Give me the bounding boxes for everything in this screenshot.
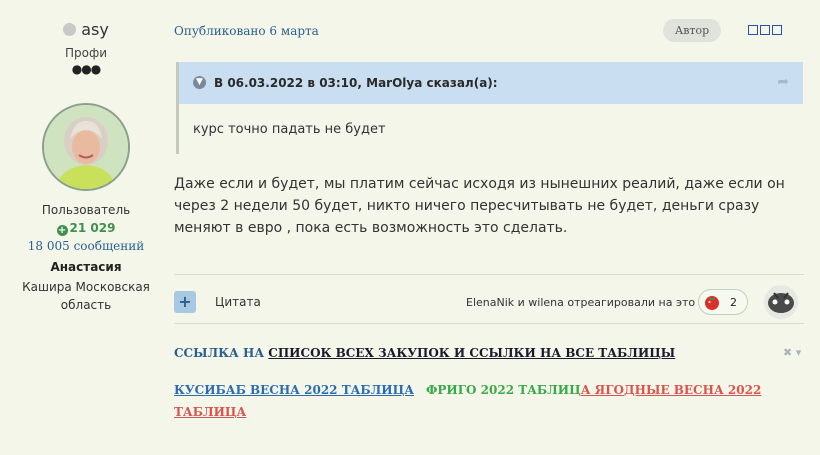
frigo-link-tail[interactable]: А ЯГО — [581, 383, 624, 397]
post-body: Даже если и будет, мы платим сейчас исхо… — [174, 173, 804, 239]
signature-links: КУСИБАБ ВЕСНА 2022 ТАБЛИЦА ФРИГО 2022 ТАБ… — [174, 379, 784, 423]
username-text[interactable]: asy — [81, 20, 109, 39]
publish-date-link[interactable]: Опубликовано 6 марта — [174, 24, 319, 38]
post-main: Опубликовано 6 марта Автор ▼ В 06.03.202… — [174, 0, 806, 455]
go-to-quote-icon[interactable]: ➦ — [777, 74, 789, 90]
quote-block: ▼ В 06.03.2022 в 03:10, MarOlya сказал(а… — [176, 62, 806, 154]
chevron-down-icon[interactable]: ▼ — [193, 76, 206, 89]
message-count-link[interactable]: 18 005 сообщений — [0, 239, 172, 253]
checkbox-icon[interactable] — [748, 25, 758, 35]
user-rank: Профи — [64, 46, 108, 60]
reaction-count: 2 — [730, 296, 737, 309]
avatar[interactable] — [42, 103, 130, 191]
tomato-reaction-icon — [705, 296, 719, 310]
kusibab-table-link[interactable]: КУСИБАБ ВЕСНА 2022 ТАБЛИЦА — [174, 383, 414, 397]
username[interactable]: asy — [0, 20, 172, 39]
quote-text: курс точно падать не будет — [193, 122, 386, 137]
reaction-button[interactable]: 2 — [698, 289, 748, 315]
post-paragraph: Даже если и будет, мы платим сейчас исхо… — [174, 176, 785, 236]
frigo-link-text[interactable]: ФРИГО 2022 ТАБЛИЦ — [426, 383, 581, 397]
user-role: Пользователь — [41, 203, 131, 217]
reactions-summary-link[interactable]: ElenaNik и wilena отреагировали на это — [466, 296, 695, 309]
reactor-avatar[interactable] — [764, 285, 798, 319]
user-sidebar: asy Профи ●●● Пользователь +21 029 18 00… — [0, 0, 172, 455]
user-location: Кашира Московская область — [22, 280, 150, 312]
quote-button[interactable]: Цитата — [215, 295, 261, 309]
offline-status-icon — [63, 23, 77, 36]
reaction-score: +21 029 — [0, 221, 172, 236]
quote-header[interactable]: ▼ В 06.03.2022 в 03:10, MarOlya сказал(а… — [179, 62, 803, 104]
close-signature-icon[interactable]: ✖ ▾ — [783, 346, 801, 359]
multi-quote-button[interactable]: + — [174, 291, 196, 313]
post-actions-bar: + Цитата ElenaNik и wilena отреагировали… — [174, 274, 804, 324]
quote-attribution[interactable]: В 06.03.2022 в 03:10, MarOlya сказал(а): — [214, 76, 498, 90]
signature-line: ССЫЛКА НА СПИСОК ВСЕХ ЗАКУПОК И ССЫЛКИ Н… — [174, 346, 675, 360]
author-badge: Автор — [663, 19, 721, 42]
multi-select-checkboxes[interactable] — [748, 25, 782, 35]
user-real-name: Анастасия — [50, 260, 122, 274]
reaction-score-value: 21 029 — [69, 221, 116, 235]
checkbox-icon[interactable] — [760, 25, 770, 35]
frigo-table-link[interactable]: ФРИГО 2022 ТАБЛИЦА ЯГО — [426, 383, 624, 397]
all-purchases-link[interactable]: СПИСОК ВСЕХ ЗАКУПОК И ССЫЛКИ НА ВСЕ ТАБЛ… — [268, 346, 675, 360]
rank-dots-icon: ●●● — [71, 62, 101, 76]
checkbox-icon[interactable] — [772, 25, 782, 35]
plus-circle-icon: + — [56, 225, 68, 236]
signature-prefix: ССЫЛКА НА — [174, 346, 269, 360]
